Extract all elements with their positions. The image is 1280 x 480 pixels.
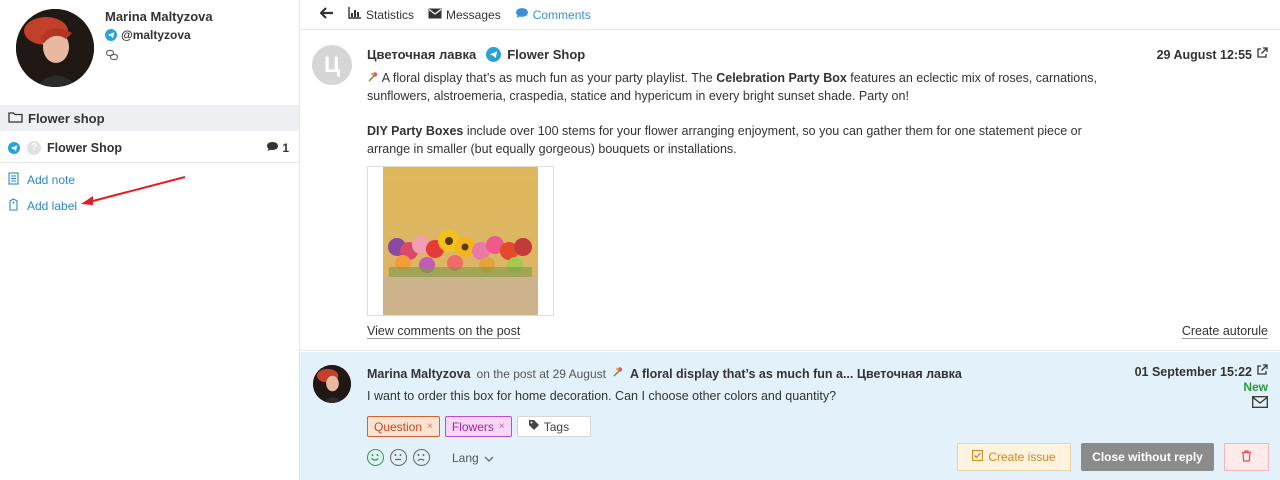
red-arrow-annotation [81,176,186,205]
tab-statistics-label: Statistics [366,7,415,22]
profile-name: Marina Maltyzova [105,9,213,24]
telegram-icon [105,29,117,41]
lang-label: Lang [452,451,479,465]
post-text-span: include over 100 stems for your flower a… [367,124,1082,156]
label-icon [8,198,19,214]
envelope-icon [428,8,442,22]
group-title: Flower shop [28,110,105,126]
telegram-icon [486,47,502,62]
comment-header: Marina Maltyzova on the post at 29 Augus… [367,366,962,381]
comment-meta: on the post at 29 August [476,367,606,381]
comment-count-value: 1 [282,141,289,155]
post-avatar: Ц [312,45,352,85]
comment-count: 1 [266,141,289,155]
sentiment-selector [367,449,430,466]
external-link-icon[interactable] [1256,47,1268,62]
tag-icon [528,419,540,434]
folder-icon [8,111,23,126]
neutral-face-icon[interactable] [390,449,407,466]
comment-author[interactable]: Marina Maltyzova [367,367,471,381]
tags-button-label: Tags [543,419,570,434]
post-body: A floral display that’s as much fun as y… [367,69,1127,175]
close-without-reply-button[interactable]: Close without reply [1081,443,1214,471]
top-nav: Statistics Messages Comments [300,0,1280,30]
tab-statistics[interactable]: Statistics [348,7,414,22]
create-autorule-link[interactable]: Create autorule [1181,324,1268,339]
tab-messages[interactable]: Messages [428,8,501,22]
avatar [16,9,94,87]
bouquet-icon [612,366,624,378]
add-label-label: Add label [27,199,78,213]
profile-handle-row: @maltyzova [105,28,191,42]
speech-bubble-icon [515,7,529,22]
tag-question[interactable]: Question × [367,416,440,437]
note-icon [8,172,19,188]
status-badge: New [1243,380,1268,394]
tag-label: Question [374,419,423,434]
post-paragraph-2: DIY Party Boxes include over 100 stems f… [367,122,1127,158]
bouquet-icon [367,70,379,82]
comment-text: I want to order this box for home decora… [367,389,837,403]
tags-button[interactable]: Tags [516,416,591,437]
avatar [313,365,351,403]
tab-messages-label: Messages [446,7,501,22]
chevron-down-icon [484,451,494,465]
post-source-name: Flower Shop [507,47,586,62]
checkbox-icon [972,450,984,464]
tag-flowers[interactable]: Flowers × [444,416,512,437]
tab-comments[interactable]: Comments [515,7,591,22]
post-header: Цветочная лавка Flower Shop [367,47,585,62]
add-label-link[interactable]: Add label [8,198,77,214]
channel-name: Flower Shop [47,140,122,155]
remove-tag-icon[interactable]: × [499,421,505,432]
back-arrow-icon[interactable] [319,7,334,22]
comment-date: 01 September 15:22 [1135,364,1268,379]
comment-item: Marina Maltyzova on the post at 29 Augus… [300,352,1280,480]
post-date-value: 29 August 12:55 [1156,47,1252,62]
telegram-icon [8,141,20,154]
post-source: Flower Shop [486,47,585,62]
post-image[interactable] [367,166,554,316]
link-icon[interactable] [105,48,119,62]
post-text-bold: DIY Party Boxes [367,124,464,138]
create-issue-label: Create issue [988,450,1056,464]
bar-chart-icon [348,7,362,22]
negative-face-icon[interactable] [413,449,430,466]
sidebar: Marina Maltyzova @maltyzova Flower shop … [0,0,300,480]
comment-date-value: 01 September 15:22 [1134,364,1252,379]
post-date: 29 August 12:55 [1157,47,1268,62]
post-text-bold: Celebration Party Box [716,71,847,85]
comment-post-title[interactable]: A floral display that’s as much fun a...… [630,367,962,381]
post-text-span: A floral display that’s as much fun as y… [379,71,717,85]
delete-button[interactable] [1224,443,1269,471]
add-note-link[interactable]: Add note [8,172,75,188]
tag-label: Flowers [451,419,494,434]
lang-dropdown[interactable]: Lang [452,451,494,465]
post-author: Цветочная лавка [367,47,477,62]
speech-bubble-icon [266,141,279,155]
trash-icon [1241,449,1252,465]
post-card: Ц Цветочная лавка Flower Shop 29 August … [300,31,1280,351]
profile-handle: @maltyzova [121,28,191,42]
post-paragraph-1: A floral display that’s as much fun as y… [367,69,1127,105]
question-icon: ? [27,140,41,155]
profile-card: Marina Maltyzova @maltyzova [0,0,300,104]
external-link-icon[interactable] [1256,364,1268,379]
tags-row: Question × Flowers × Tags [367,416,591,437]
positive-smiley-icon[interactable] [367,449,384,466]
tab-comments-label: Comments [532,7,591,22]
group-header[interactable]: Flower shop [0,105,299,131]
envelope-icon[interactable] [1252,396,1268,411]
create-issue-button[interactable]: Create issue [957,443,1071,471]
add-note-label: Add note [27,173,76,187]
channel-item[interactable]: ? Flower Shop 1 [0,133,299,163]
remove-tag-icon[interactable]: × [427,421,433,432]
view-comments-link[interactable]: View comments on the post [367,324,521,339]
